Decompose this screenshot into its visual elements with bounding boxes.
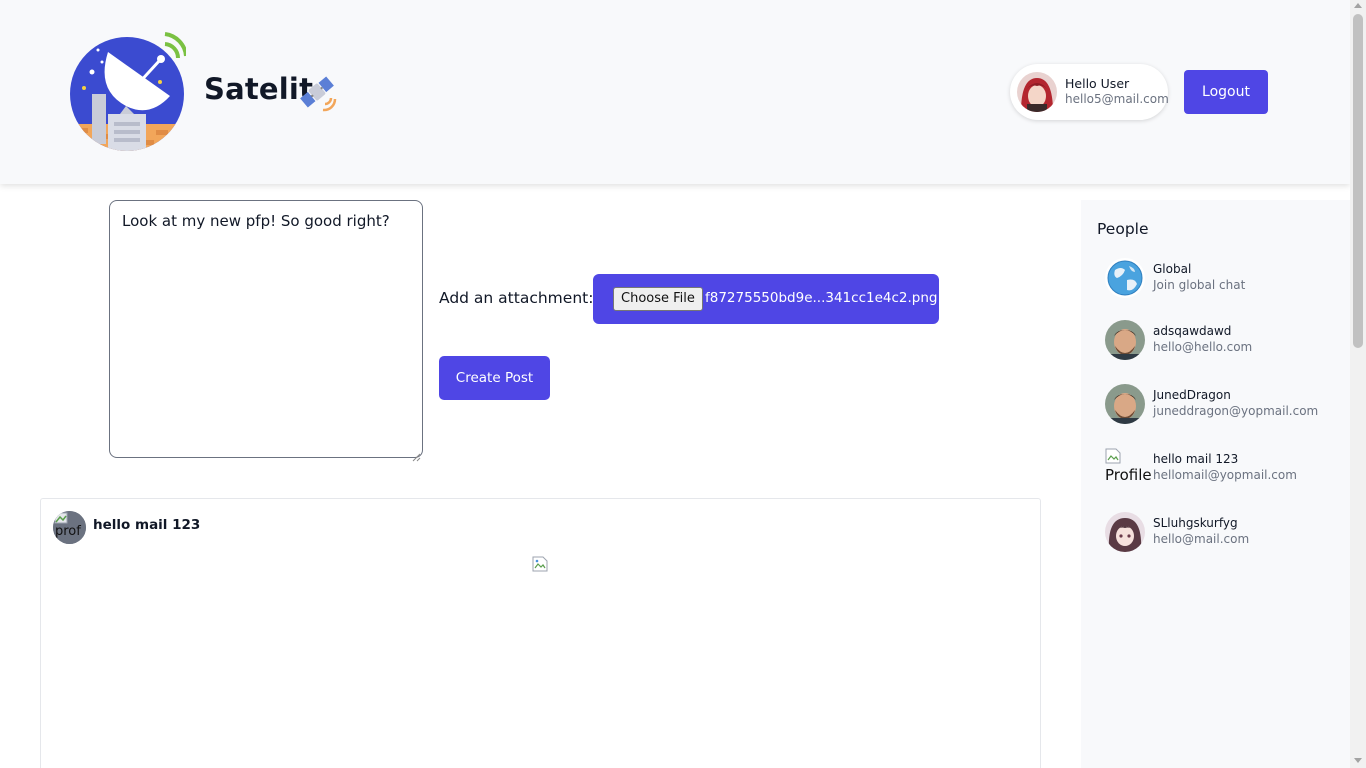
file-upload-field[interactable]: Choose File f87275550bd9e...341cc1e4c2.p… <box>593 274 939 324</box>
post-card: prof hello mail 123 <box>40 498 1041 768</box>
person-item-slluhgskurfyg[interactable]: SLluhgskurfyg hello@mail.com <box>1105 512 1345 556</box>
scroll-down-icon[interactable] <box>1354 758 1362 763</box>
broken-image-icon <box>1105 448 1121 464</box>
avatar-alt-text: Profile <box>1105 466 1152 484</box>
person-item-juneddragon[interactable]: JunedDragon juneddragon@yopmail.com <box>1105 384 1345 428</box>
post-author[interactable]: hello mail 123 <box>93 517 200 533</box>
person-email: hello@mail.com <box>1153 532 1250 546</box>
person-email: Join global chat <box>1153 278 1246 292</box>
post-text-input[interactable] <box>109 200 423 458</box>
sidebar-title: People <box>1097 220 1149 238</box>
avatar <box>1105 512 1145 552</box>
people-sidebar: People Global Join global chat adsqawdaw… <box>1081 200 1350 768</box>
avatar[interactable]: prof <box>53 511 86 544</box>
person-email: hellomail@yopmail.com <box>1153 468 1297 482</box>
choose-file-button[interactable]: Choose File <box>613 287 703 311</box>
satellite-icon <box>297 74 337 112</box>
scroll-up-icon[interactable] <box>1354 3 1362 8</box>
globe-icon <box>1105 258 1145 298</box>
logout-button[interactable]: Logout <box>1184 70 1268 114</box>
person-email: juneddragon@yopmail.com <box>1153 404 1319 418</box>
person-item-adsqawdawd[interactable]: adsqawdawd hello@hello.com <box>1105 320 1345 364</box>
user-email: hello5@mail.com <box>1065 92 1169 106</box>
person-name: hello mail 123 <box>1153 452 1239 466</box>
page-scrollbar[interactable] <box>1350 0 1366 768</box>
person-name: Global <box>1153 262 1192 276</box>
current-user-card[interactable]: Hello User hello5@mail.com <box>1010 64 1169 120</box>
person-name: JunedDragon <box>1153 388 1231 402</box>
avatar <box>1105 320 1145 360</box>
avatar <box>1105 384 1145 424</box>
avatar: Profile <box>1105 448 1153 488</box>
satellite-dish-logo-icon[interactable] <box>68 30 188 152</box>
avatar <box>1017 72 1057 112</box>
attachment-label: Add an attachment: <box>439 289 594 307</box>
user-greeting: Hello User <box>1065 76 1130 91</box>
top-header: Satelit Hello User hello5@mail.com Logou… <box>0 0 1350 184</box>
resize-grip-icon[interactable] <box>412 447 421 462</box>
avatar-alt-text: prof <box>55 524 81 539</box>
create-post-button[interactable]: Create Post <box>439 356 550 400</box>
person-name: adsqawdawd <box>1153 324 1232 338</box>
person-item-hello-mail-123[interactable]: Profile hello mail 123 hellomail@yopmail… <box>1105 448 1345 492</box>
person-email: hello@hello.com <box>1153 340 1253 354</box>
person-name: SLluhgskurfyg <box>1153 516 1238 530</box>
broken-image-icon <box>532 556 548 572</box>
selected-file-name: f87275550bd9e...341cc1e4c2.png <box>705 290 938 306</box>
person-item-global[interactable]: Global Join global chat <box>1105 258 1345 302</box>
scrollbar-thumb[interactable] <box>1353 14 1363 348</box>
